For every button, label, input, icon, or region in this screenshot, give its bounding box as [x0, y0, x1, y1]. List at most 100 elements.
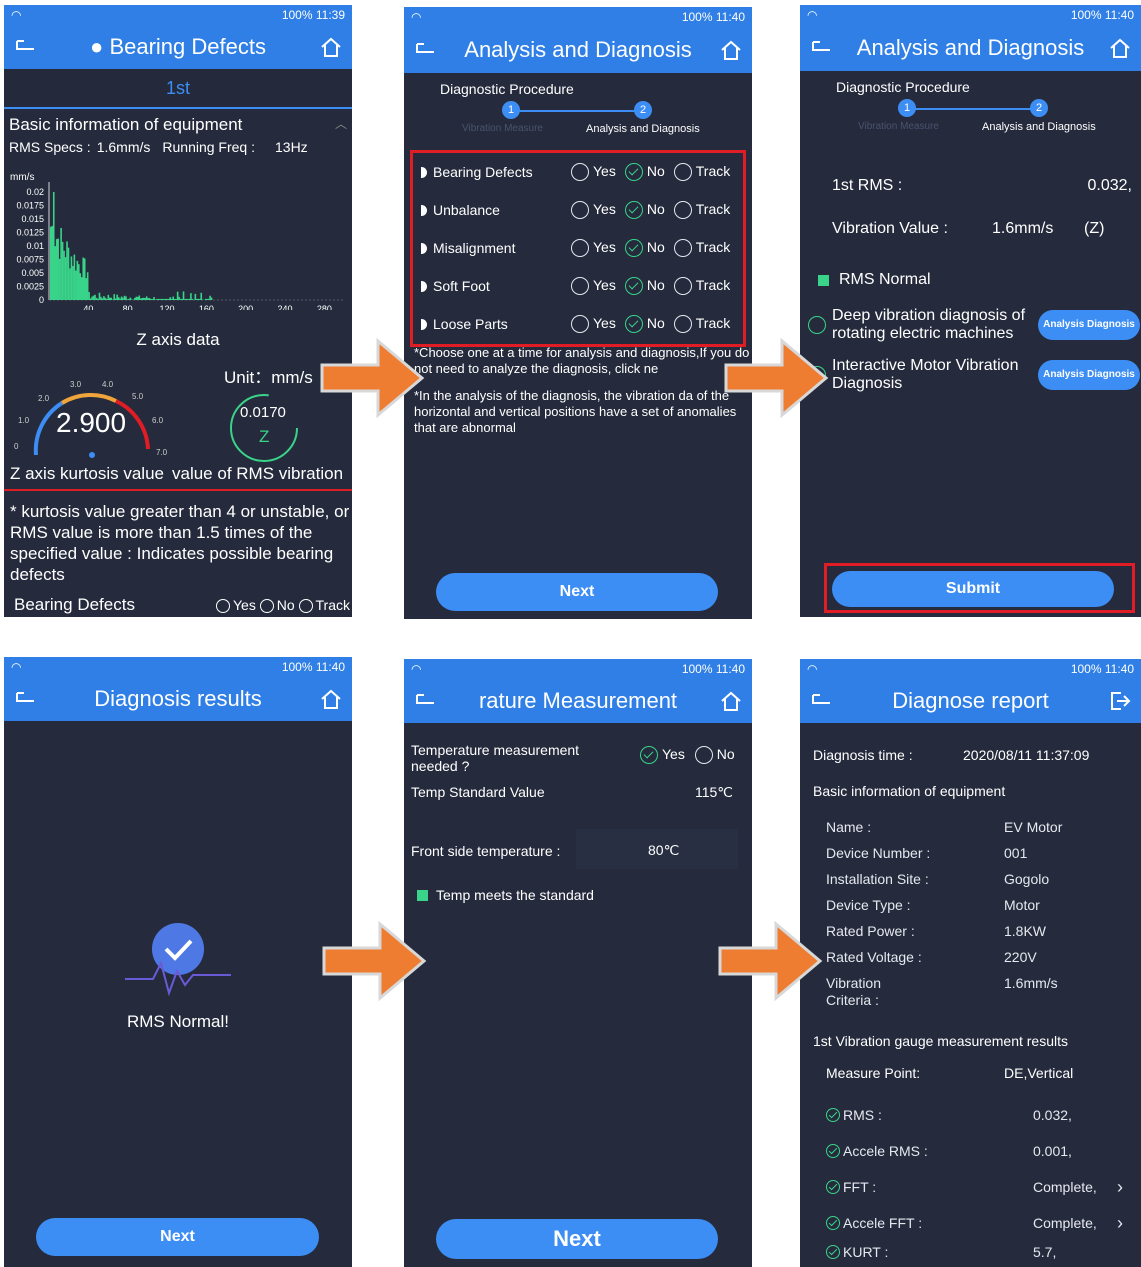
svg-text:2.0: 2.0	[38, 394, 50, 403]
section-header[interactable]: Basic information of equipment ︿	[9, 115, 347, 135]
track-radio[interactable]	[673, 201, 692, 220]
no-option[interactable]: No	[624, 163, 665, 182]
svg-text:4.0: 4.0	[102, 380, 114, 389]
back-arrow-icon[interactable]	[12, 34, 38, 60]
spectrum-bar	[157, 298, 160, 300]
spectrum-bar	[117, 297, 120, 300]
track-radio[interactable]	[673, 315, 692, 334]
screen-diagnosis-results: ◠ 100% 11:40 Diagnosis results RMS Normal…	[4, 657, 352, 1267]
no-radio[interactable]	[624, 315, 643, 334]
back-arrow-icon[interactable]	[808, 35, 834, 61]
stepper: 1 2 Vibration Measure Analysis and Diagn…	[800, 95, 1141, 139]
defect-row: Soft Foot Yes No Track	[413, 267, 743, 305]
status-square-icon	[818, 274, 829, 286]
yes-radio[interactable]	[571, 277, 589, 296]
no-option[interactable]: No	[624, 277, 665, 296]
spectrum-bar	[107, 294, 110, 300]
x-tick-label: 40	[83, 304, 93, 310]
chevron-right-icon[interactable]: ›	[1117, 1213, 1123, 1234]
back-arrow-icon[interactable]	[12, 686, 38, 712]
battery-level: 100%	[281, 660, 313, 674]
spectrum-bar	[138, 295, 141, 300]
result-key: FFT :	[843, 1179, 877, 1195]
next-button[interactable]: Next	[436, 1219, 718, 1259]
status-bar: ◠ 100% 11:39	[4, 5, 352, 25]
track-radio[interactable]	[673, 239, 692, 258]
battery-level: 100%	[1070, 662, 1102, 676]
battery-level: 100%	[681, 10, 713, 24]
spectrum-bar	[78, 264, 80, 300]
chevron-right-icon[interactable]: ›	[1117, 1177, 1123, 1198]
spectrum-bar	[147, 298, 149, 300]
no-option[interactable]: No	[624, 201, 665, 220]
yes-option[interactable]: Yes	[571, 277, 616, 296]
no-radio[interactable]	[624, 277, 643, 296]
no-radio[interactable]	[259, 599, 274, 614]
diagnosis-time-value: 2020/08/11 11:37:09	[963, 747, 1090, 763]
track-radio[interactable]	[673, 277, 692, 296]
track-option[interactable]: Track	[673, 315, 730, 334]
no-radio[interactable]	[624, 201, 643, 220]
no-radio[interactable]	[624, 163, 643, 182]
yes-radio[interactable]	[571, 163, 589, 182]
home-icon[interactable]	[718, 688, 744, 714]
home-icon[interactable]	[318, 34, 344, 60]
y-tick-label: 0.0175	[16, 201, 44, 211]
yes-option[interactable]: Yes	[571, 239, 616, 258]
spectrum-bar	[85, 278, 87, 300]
analysis-diagnosis-button-1[interactable]: Analysis Diagnosis	[1038, 310, 1140, 340]
spectrum-bar	[207, 298, 210, 300]
front-temp-input[interactable]: 80℃	[576, 829, 738, 869]
yes-option[interactable]: Yes	[571, 315, 616, 334]
no-option[interactable]: No	[624, 239, 665, 258]
spectrum-bar	[167, 298, 170, 300]
yes-radio[interactable]	[571, 239, 589, 258]
exit-icon[interactable]	[1107, 688, 1133, 714]
back-arrow-icon[interactable]	[412, 688, 438, 714]
track-radio[interactable]	[298, 599, 313, 614]
spectrum-bar	[154, 299, 157, 300]
no-radio[interactable]	[694, 746, 713, 765]
spectrum-bar	[91, 296, 93, 300]
home-icon[interactable]	[718, 37, 744, 63]
spectrum-chart: mm/s 0.02 0.0175 0.015 0.0125 0.01 0.0075 0.00…	[10, 172, 344, 310]
track-option[interactable]: Track	[673, 277, 730, 296]
spectrum-bar	[69, 268, 71, 300]
yes-radio[interactable]	[215, 599, 230, 614]
info-key: Vibration Criteria :	[826, 975, 882, 1008]
bearing-note: * kurtosis value greater than 4 or unsta…	[10, 502, 350, 584]
yes-option[interactable]: Yes	[571, 163, 616, 182]
spectrum-bar	[156, 298, 158, 300]
header: Diagnose report	[800, 679, 1141, 723]
x-tick-label: 280	[317, 304, 332, 310]
track-radio[interactable]	[673, 163, 692, 182]
spectrum-bar	[198, 298, 201, 300]
tab-1st[interactable]: 1st	[4, 69, 352, 109]
no-radio[interactable]	[624, 239, 643, 258]
yes-radio[interactable]	[640, 746, 658, 765]
yes-radio[interactable]	[571, 315, 589, 334]
home-icon[interactable]	[1107, 35, 1133, 61]
result-row: Accele RMS : 0.001,	[826, 1133, 1141, 1169]
no-option[interactable]: No	[624, 315, 665, 334]
spectrum-bar	[206, 298, 208, 300]
back-arrow-icon[interactable]	[412, 37, 438, 63]
submit-button[interactable]: Submit	[832, 571, 1114, 607]
track-option[interactable]: Track	[673, 201, 730, 220]
track-option[interactable]: Track	[673, 239, 730, 258]
next-button[interactable]: Next	[36, 1218, 319, 1256]
track-option[interactable]: Track	[673, 163, 730, 182]
x-tick-label: 80	[123, 304, 133, 310]
home-icon[interactable]	[318, 686, 344, 712]
running-freq-label: Running Freq :	[162, 139, 255, 155]
spectrum-bar	[70, 256, 73, 300]
next-button[interactable]: Next	[436, 573, 718, 611]
spectrum-bar	[80, 277, 83, 300]
yes-option[interactable]: Yes	[571, 201, 616, 220]
info-value: 220V	[1004, 949, 1037, 965]
back-arrow-icon[interactable]	[808, 688, 834, 714]
analysis-diagnosis-button-2[interactable]: Analysis Diagnosis	[1038, 360, 1140, 390]
defect-row: Unbalance Yes No Track	[413, 191, 743, 229]
yes-radio[interactable]	[571, 201, 589, 220]
spectrum-bar	[75, 270, 77, 300]
